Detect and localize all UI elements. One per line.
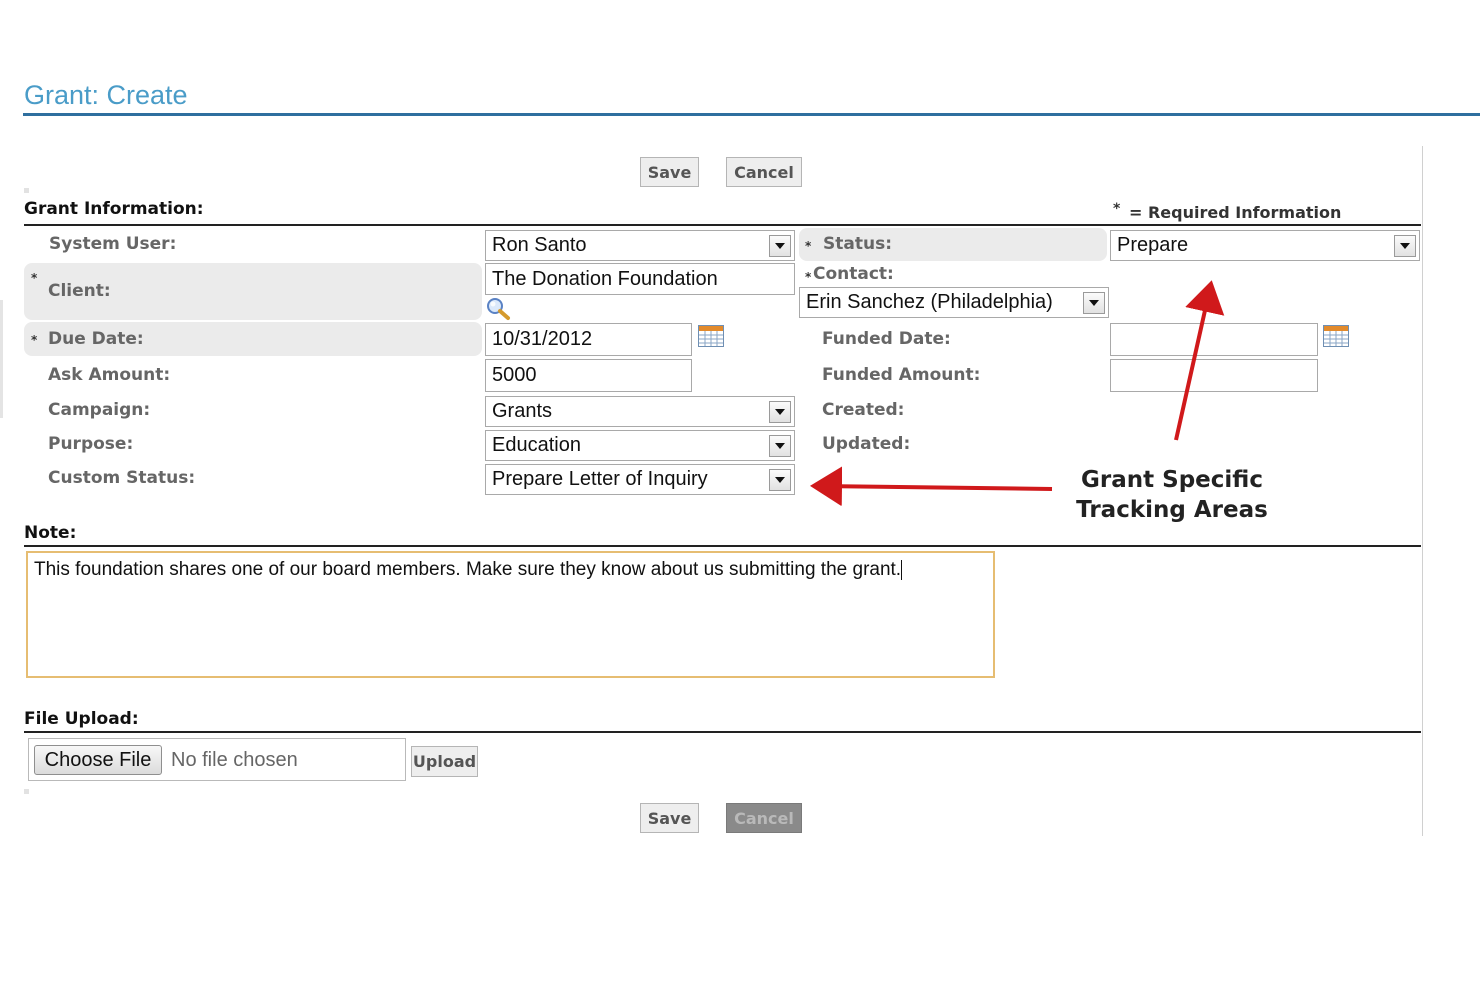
ask-amount-input[interactable]: 5000	[485, 359, 692, 392]
status-select[interactable]: Prepare	[1110, 230, 1420, 261]
status-required-star: *	[805, 239, 812, 253]
cancel-button-bottom[interactable]: Cancel	[726, 803, 802, 833]
left-edge-marker	[0, 300, 3, 418]
arrow-to-custom-status	[810, 466, 1053, 507]
required-star: *	[1113, 201, 1121, 217]
ask-amount-label: Ask Amount:	[48, 365, 171, 385]
due-date-label: Due Date:	[48, 329, 144, 349]
chevron-down-icon[interactable]	[769, 434, 791, 457]
chevron-down-icon[interactable]	[769, 468, 791, 491]
file-upload-heading: File Upload:	[24, 709, 139, 729]
magnifier-icon[interactable]	[486, 297, 512, 321]
chevron-down-icon[interactable]	[1394, 234, 1416, 257]
upload-button[interactable]: Upload	[411, 746, 478, 777]
note-rule	[24, 545, 1421, 547]
campaign-value: Grants	[492, 400, 553, 422]
save-button-bottom[interactable]: Save	[640, 803, 699, 833]
annotation-callout: Grant Specific Tracking Areas	[1072, 465, 1272, 525]
status-value: Prepare	[1117, 234, 1189, 256]
grant-info-heading: Grant Information:	[24, 199, 204, 219]
purpose-label: Purpose:	[48, 434, 134, 454]
custom-status-value: Prepare Letter of Inquiry	[492, 468, 708, 490]
annotation-line-2: Tracking Areas	[1076, 497, 1268, 523]
title-divider	[23, 113, 1480, 116]
spacer-dot	[24, 188, 29, 193]
file-upload-rule	[24, 731, 1421, 733]
system-user-value: Ron Santo	[492, 234, 587, 256]
client-label: Client:	[48, 281, 111, 301]
custom-status-select[interactable]: Prepare Letter of Inquiry	[485, 464, 795, 495]
custom-status-label: Custom Status:	[48, 468, 196, 488]
calendar-icon[interactable]	[1323, 325, 1349, 352]
cancel-button-top[interactable]: Cancel	[726, 157, 802, 187]
choose-file-button[interactable]: Choose File	[34, 745, 162, 775]
chevron-down-icon[interactable]	[769, 400, 791, 423]
annotation-line-1: Grant Specific	[1081, 467, 1263, 493]
grant-info-rule	[24, 224, 1421, 226]
system-user-label: System User:	[49, 234, 177, 254]
status-label: Status:	[823, 234, 892, 254]
calendar-icon[interactable]	[698, 325, 724, 352]
system-user-select[interactable]: Ron Santo	[485, 230, 795, 261]
client-required-star: *	[31, 271, 38, 285]
note-textarea[interactable]: This foundation shares one of our board …	[26, 551, 995, 678]
purpose-select[interactable]: Education	[485, 430, 795, 461]
required-info-note: = Required Information	[1129, 203, 1342, 222]
note-heading: Note:	[24, 523, 77, 543]
spacer-dot	[24, 789, 29, 794]
page-title: Grant: Create	[24, 80, 188, 110]
due-date-input[interactable]: 10/31/2012	[485, 323, 692, 356]
note-text: This foundation shares one of our board …	[34, 559, 902, 580]
campaign-label: Campaign:	[48, 400, 151, 420]
save-button-top[interactable]: Save	[640, 157, 699, 187]
purpose-value: Education	[492, 434, 581, 456]
due-date-required-star: *	[31, 333, 38, 347]
arrow-to-status	[1174, 280, 1225, 441]
chevron-down-icon[interactable]	[769, 234, 791, 257]
file-status-text: No file chosen	[171, 749, 298, 771]
client-input[interactable]: The Donation Foundation	[485, 263, 795, 295]
campaign-select[interactable]: Grants	[485, 396, 795, 427]
content-border	[1422, 146, 1423, 836]
text-cursor	[901, 559, 903, 580]
